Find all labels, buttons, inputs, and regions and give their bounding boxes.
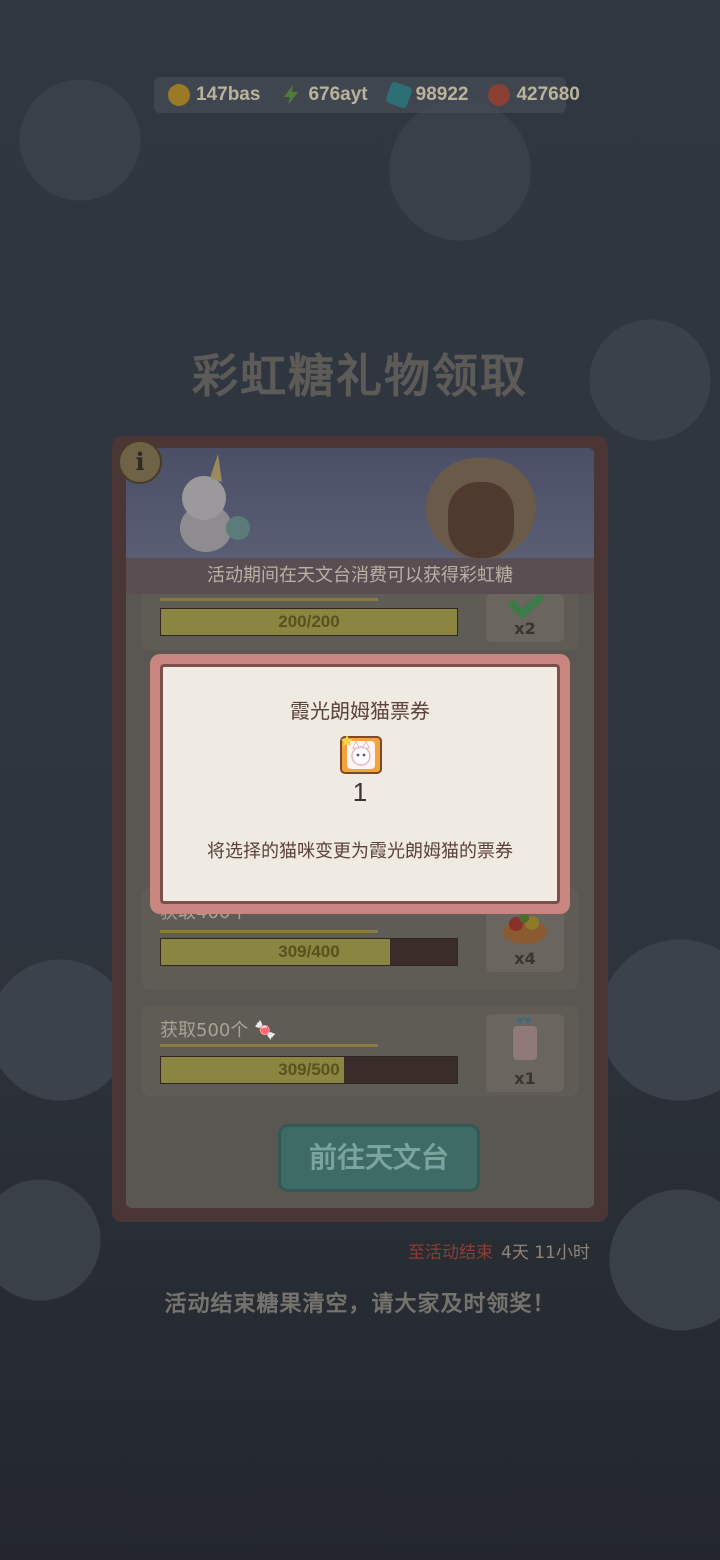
currency-energy[interactable]: 676ayt bbox=[280, 84, 368, 106]
reward-slot[interactable]: x2 bbox=[486, 593, 564, 642]
page-title: 彩虹糖礼物领取 bbox=[192, 349, 528, 403]
label-underline bbox=[160, 598, 378, 601]
countdown-label: 至活动结束 bbox=[408, 1243, 493, 1263]
reward-row: 获取500个 🍬 309/500 x1 bbox=[142, 1006, 578, 1096]
lightning-icon bbox=[280, 84, 302, 106]
cookie-icon bbox=[488, 84, 511, 106]
gold-coin-icon bbox=[168, 84, 190, 106]
progress-bar: 309/400 bbox=[160, 938, 458, 966]
currency-gem[interactable]: 98922 bbox=[384, 80, 469, 110]
progress-bar: 200/200 bbox=[160, 608, 458, 636]
item-info-popup[interactable]: 霞光朗姆猫票券 1 将选择的猫咪变更为霞光朗姆猫的票券 bbox=[150, 654, 570, 914]
reward-quantity: x2 bbox=[514, 619, 536, 638]
item-title: 霞光朗姆猫票券 bbox=[290, 699, 430, 723]
event-notice: 活动结束糖果清空，请大家及时领奖！ bbox=[164, 1292, 556, 1317]
info-icon[interactable]: i bbox=[118, 440, 162, 484]
event-banner bbox=[126, 448, 594, 558]
row-label: 获取500个 🍬 bbox=[160, 1016, 277, 1042]
currency-value: 427680 bbox=[516, 84, 580, 105]
countdown-time: 4天 11小时 bbox=[501, 1243, 590, 1263]
item-description: 将选择的猫咪变更为霞光朗姆猫的票券 bbox=[207, 841, 513, 862]
reward-slot[interactable]: x4 bbox=[486, 906, 564, 972]
progress-text: 309/400 bbox=[278, 942, 340, 961]
candy-icon: 🍬 bbox=[254, 1020, 277, 1041]
currency-gold[interactable]: 147bas bbox=[168, 84, 260, 106]
reward-slot[interactable]: x1 bbox=[486, 1014, 564, 1092]
event-countdown: 至活动结束 4天 11小时 bbox=[408, 1238, 590, 1263]
progress-text: 200/200 bbox=[278, 612, 340, 631]
currency-value: 147bas bbox=[196, 84, 261, 105]
unicorn-cat-illustration bbox=[180, 454, 536, 558]
goto-observatory-button[interactable]: 前往天文台 bbox=[278, 1124, 480, 1192]
reward-quantity: x4 bbox=[514, 949, 536, 968]
banner-caption: 活动期间在天文台消费可以获得彩虹糖 bbox=[126, 558, 594, 594]
item-count: 1 bbox=[352, 777, 368, 807]
label-underline bbox=[160, 930, 378, 933]
currency-value: 98922 bbox=[415, 84, 469, 105]
reward-quantity: x1 bbox=[514, 1069, 536, 1088]
progress-bar: 309/500 bbox=[160, 1056, 458, 1084]
currency-value: 676ayt bbox=[308, 84, 368, 105]
drink-cup-icon bbox=[513, 1018, 537, 1060]
item-info-card: 霞光朗姆猫票券 1 将选择的猫咪变更为霞光朗姆猫的票券 bbox=[160, 664, 560, 904]
gem-icon bbox=[384, 80, 413, 110]
reward-row: 200/200 x2 bbox=[142, 593, 578, 650]
currency-bar: 147bas 676ayt 98922 427680 bbox=[154, 77, 580, 113]
progress-text: 309/500 bbox=[278, 1060, 340, 1079]
cat-ticket-icon bbox=[340, 735, 382, 774]
currency-cookie[interactable]: 427680 bbox=[488, 84, 580, 106]
row-label-text: 获取500个 bbox=[160, 1020, 249, 1041]
label-underline bbox=[160, 1044, 378, 1047]
